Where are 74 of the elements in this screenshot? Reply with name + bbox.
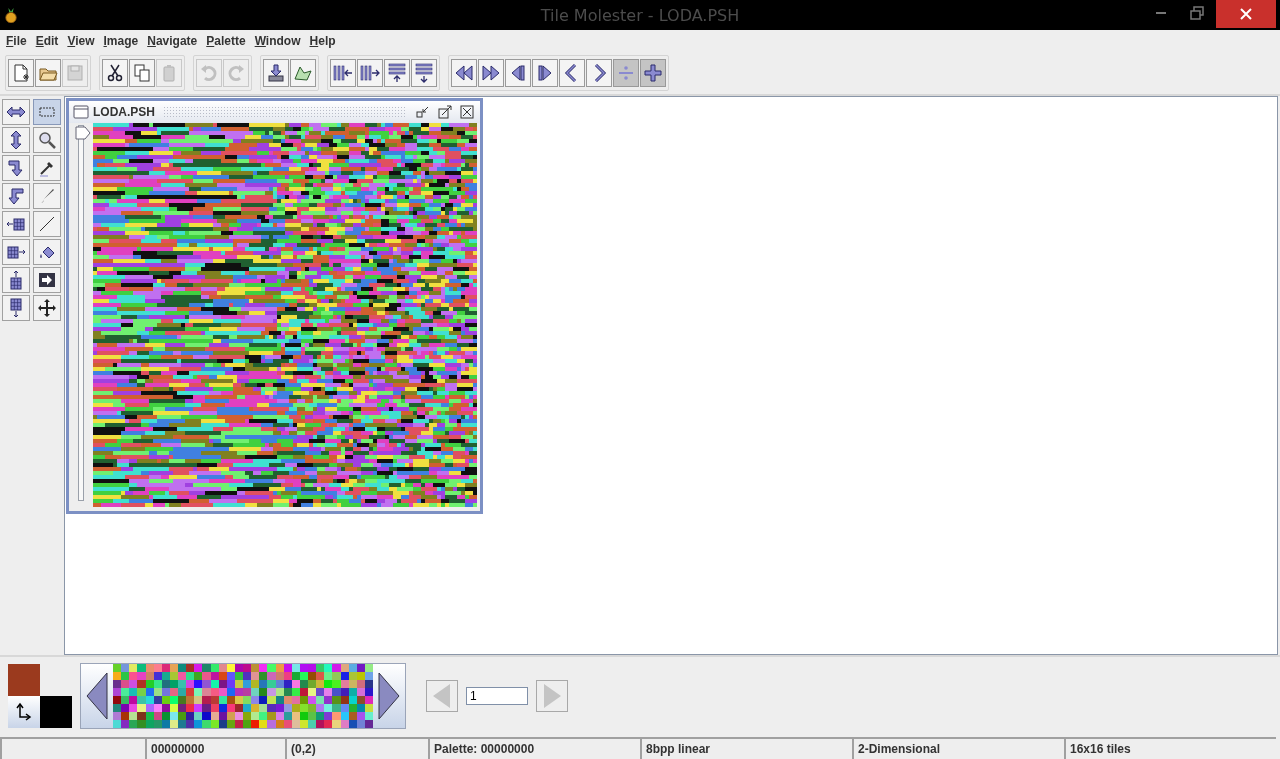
tool-button[interactable] — [2, 267, 30, 293]
columns-left-arrow-icon — [333, 63, 353, 83]
pineapple-icon — [4, 7, 18, 23]
window-icon — [73, 105, 89, 119]
toolbar-button[interactable] — [478, 59, 504, 87]
status-field: 2-Dimensional — [852, 737, 1064, 759]
menu-item[interactable]: Window — [250, 34, 306, 48]
status-field: 8bpp linear — [640, 737, 852, 759]
down-arrow-tray-icon — [266, 63, 286, 83]
divide-icon — [616, 63, 636, 83]
status-field: 00000000 — [145, 737, 285, 759]
menu-item[interactable]: View — [63, 34, 100, 48]
rows-down-arrow-icon — [414, 63, 434, 83]
swap-colors-button[interactable] — [8, 696, 40, 728]
previous-palette-button[interactable] — [81, 664, 113, 728]
slider-thumb[interactable] — [75, 126, 91, 140]
new-file-icon — [11, 63, 31, 83]
document-title: LODA.PSH — [93, 105, 155, 119]
tool-button[interactable] — [2, 99, 30, 125]
iconify-icon — [416, 105, 430, 119]
arrow-box-icon — [37, 270, 57, 290]
close-icon — [1239, 7, 1253, 21]
palette-drawing[interactable] — [113, 664, 373, 728]
page-number-field[interactable]: 1 — [466, 687, 528, 705]
turn-down-arrow-icon — [6, 158, 26, 178]
window-title: Tile Molester - LODA.PSH — [539, 5, 741, 25]
status-field: 16x16 tiles — [1064, 737, 1276, 759]
toolbar-button[interactable] — [451, 59, 477, 87]
menu-item[interactable]: Help — [305, 34, 341, 48]
menu-item[interactable]: Edit — [31, 34, 64, 48]
maximize-icon — [438, 105, 452, 119]
tool-button[interactable] — [33, 127, 61, 153]
double-right-triangle-icon — [481, 63, 501, 83]
tool-button[interactable] — [2, 295, 30, 321]
close-button[interactable] — [458, 103, 476, 121]
scissors-icon — [105, 63, 125, 83]
tool-button[interactable] — [2, 239, 30, 265]
toolbar-button[interactable] — [102, 59, 128, 87]
status-field: Palette: 00000000 — [428, 737, 640, 759]
right-triangle-icon — [542, 683, 562, 709]
toolbar-button[interactable] — [263, 59, 289, 87]
columns-right-arrow-icon — [360, 63, 380, 83]
turn-left-arrow-icon — [6, 186, 26, 206]
left-triangle-icon — [432, 683, 452, 709]
tool-button[interactable] — [33, 295, 61, 321]
left-triangle-icon — [85, 671, 109, 721]
double-left-triangle-icon — [454, 63, 474, 83]
undo-icon — [199, 63, 219, 83]
tool-button[interactable] — [33, 239, 61, 265]
tool-button[interactable] — [33, 267, 61, 293]
menu-item[interactable]: Navigate — [143, 34, 203, 48]
tool-button[interactable] — [2, 211, 30, 237]
next-palette-button[interactable] — [373, 664, 405, 728]
menu-item[interactable]: Palette — [202, 34, 251, 48]
status-field: (0,2) — [285, 737, 428, 759]
floppy-icon — [65, 63, 85, 83]
move-arrows-icon — [37, 298, 57, 318]
redo-icon — [226, 63, 246, 83]
rows-up-arrow-icon — [387, 63, 407, 83]
right-triangle-icon — [377, 671, 401, 721]
menu-item[interactable]: File — [2, 34, 32, 48]
foreground-color-swatch[interactable] — [8, 664, 40, 696]
menu-item[interactable]: Image — [99, 34, 144, 48]
line-icon — [37, 214, 57, 234]
close-icon — [460, 105, 474, 119]
tool-button[interactable] — [2, 127, 30, 153]
tool-button[interactable] — [33, 155, 61, 181]
copy-icon — [132, 63, 152, 83]
minimize-icon — [1156, 12, 1166, 14]
restore-icon — [1190, 6, 1204, 20]
swap-arrows-icon — [14, 702, 34, 722]
maximize-button[interactable] — [436, 103, 454, 121]
plus-icon — [643, 63, 663, 83]
magnifier-icon — [37, 130, 57, 150]
